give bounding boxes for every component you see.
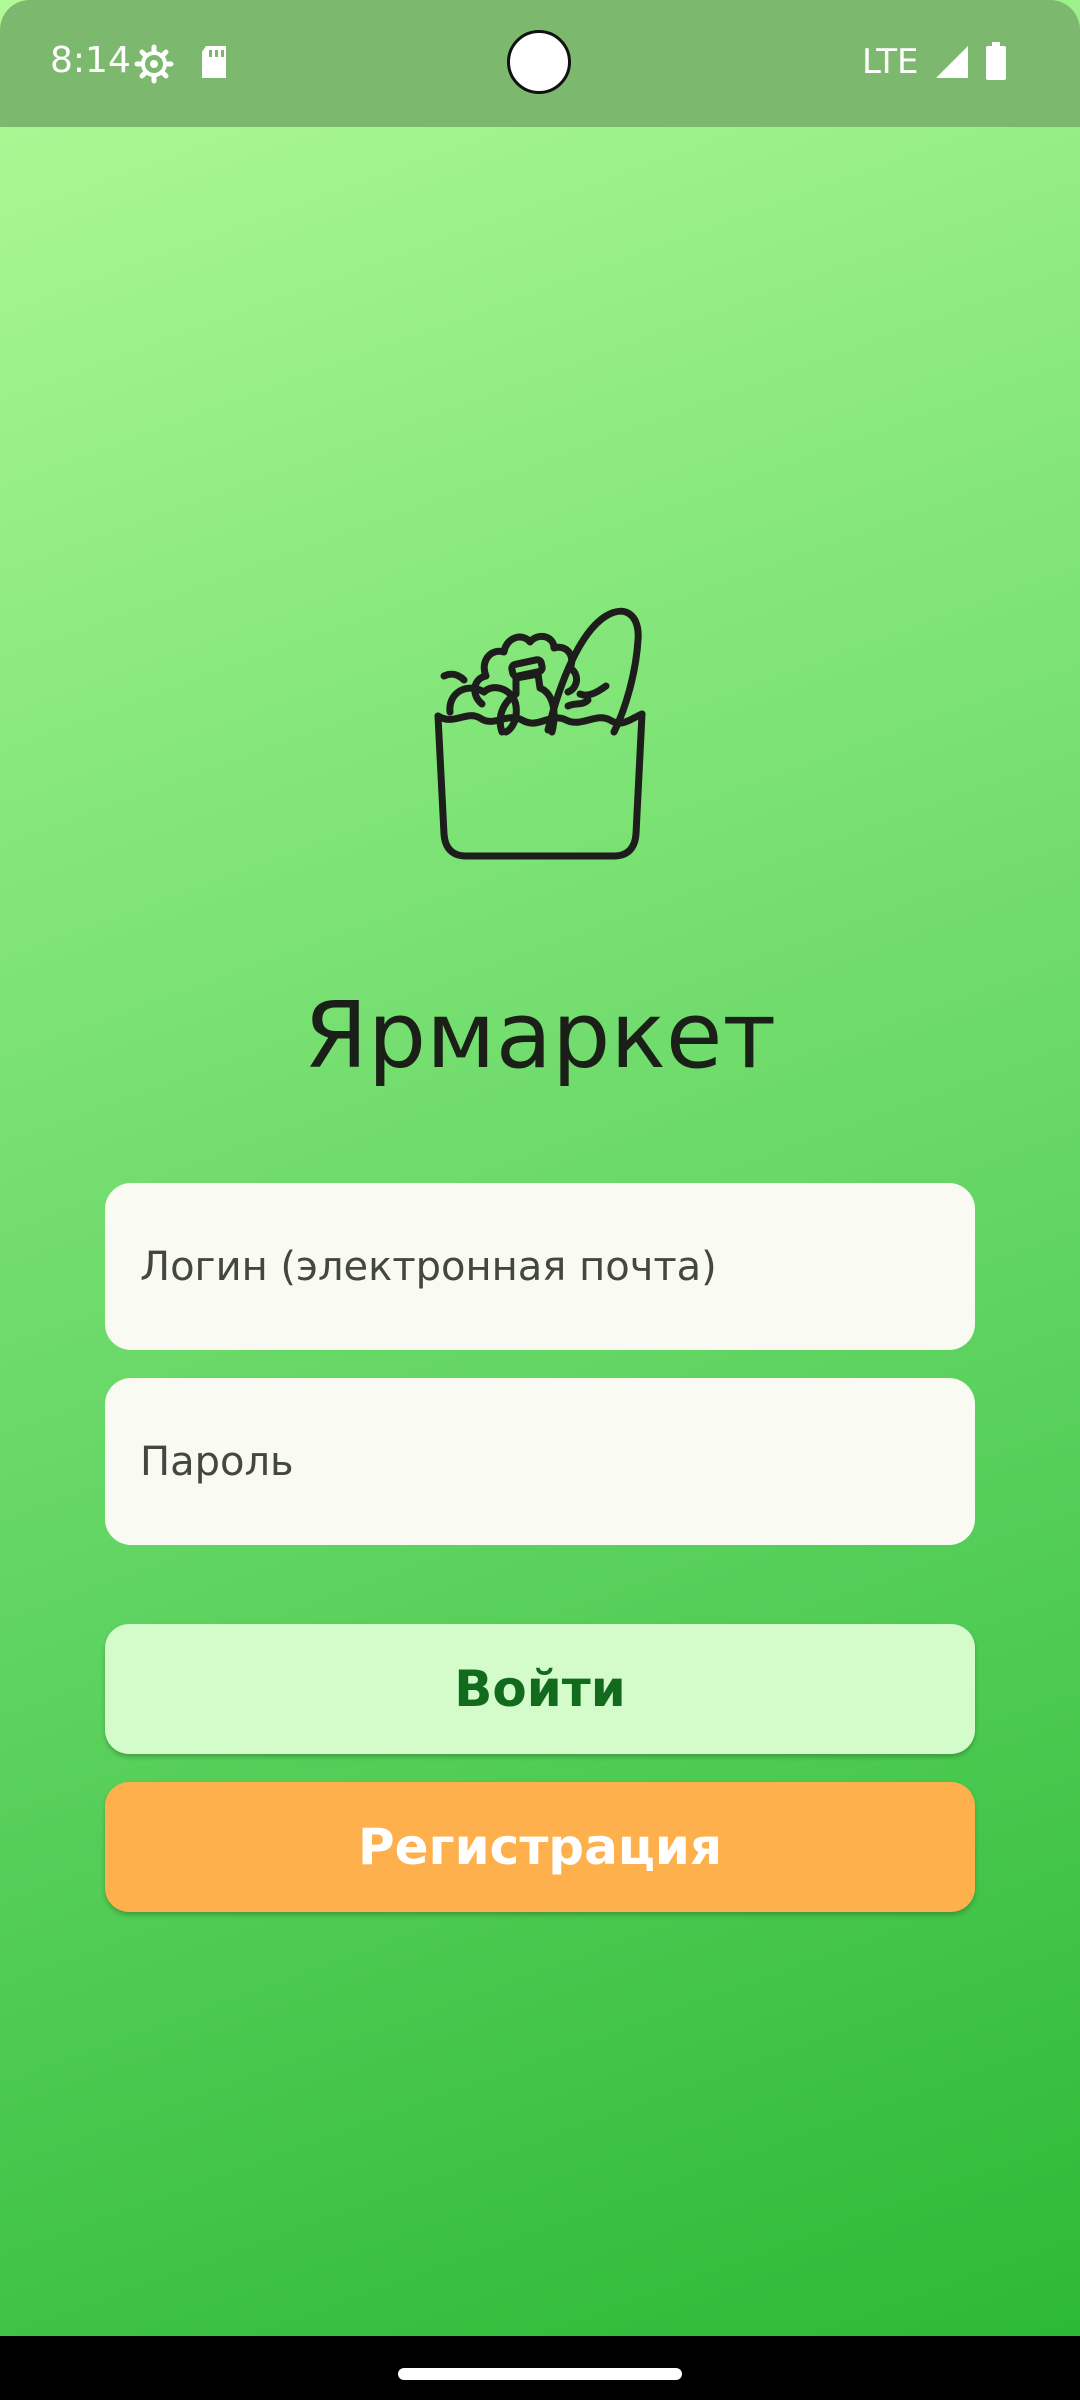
password-input[interactable] (138, 1437, 975, 1486)
register-button[interactable]: Регистрация (105, 1782, 975, 1912)
grocery-bag-icon (430, 582, 650, 862)
status-time: 8:14 (50, 40, 131, 81)
front-camera-cutout (507, 30, 571, 94)
password-field[interactable] (105, 1378, 975, 1545)
settings-gear-icon (134, 44, 174, 89)
app-title: Ярмаркет (303, 982, 777, 1089)
home-indicator[interactable] (398, 2368, 682, 2380)
sd-card-icon (198, 44, 230, 85)
login-button[interactable]: Войти (105, 1624, 975, 1754)
network-type: LTE (862, 42, 919, 82)
signal-icon (934, 44, 970, 85)
login-field[interactable] (105, 1183, 975, 1350)
status-bar: 8:14 LTE (0, 0, 1080, 127)
app-screen: 8:14 LTE Ярмаркет Логин (электронная поч… (0, 0, 1080, 2336)
battery-icon (985, 42, 1007, 85)
login-input[interactable] (138, 1242, 975, 1291)
